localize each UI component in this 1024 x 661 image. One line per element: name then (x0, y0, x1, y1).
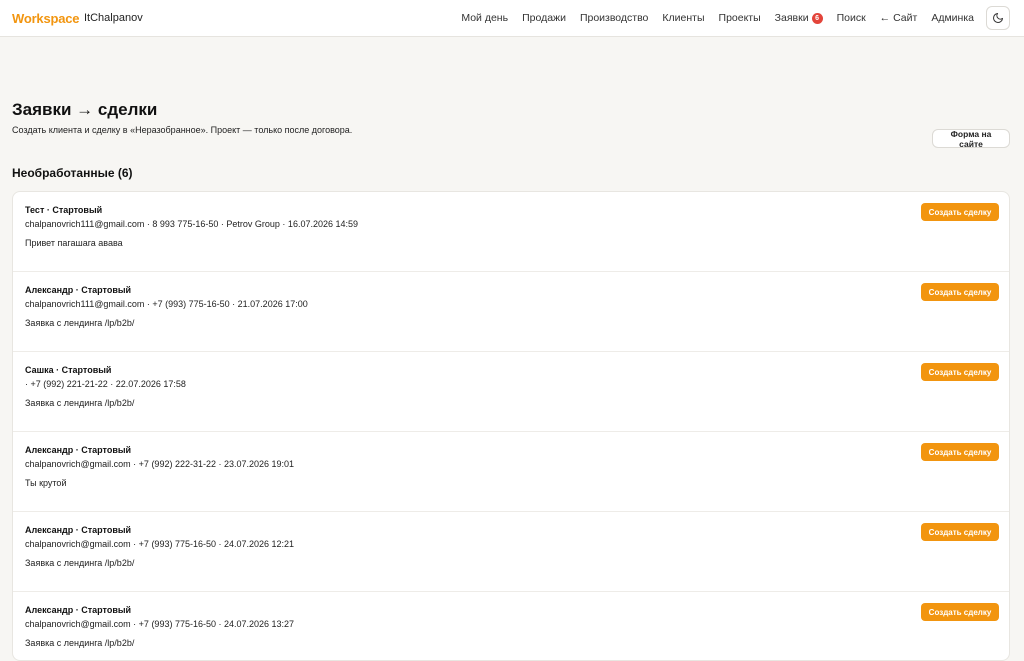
create-deal-button[interactable]: Создать сделку (921, 363, 999, 381)
nav-requests[interactable]: Заявки 6 (775, 12, 823, 24)
create-deal-button[interactable]: Создать сделку (921, 443, 999, 461)
nav-my-day[interactable]: Мой день (461, 12, 508, 24)
top-navbar: Workspace ItChalpanov Мой день Продажи П… (0, 0, 1024, 37)
moon-icon (993, 13, 1003, 23)
request-item: Александр · Стартовый chalpanovrich111@g… (13, 272, 1009, 352)
site-form-button[interactable]: Форма на сайте (932, 129, 1010, 149)
request-item: Александр · Стартовый chalpanovrich@gmai… (13, 432, 1009, 512)
nav-requests-label: Заявки (774, 12, 809, 24)
create-deal-button[interactable]: Создать сделку (921, 283, 999, 301)
request-item: Тест · Стартовый chalpanovrich111@gmail.… (13, 192, 1009, 272)
nav-admin[interactable]: Админка (931, 12, 974, 24)
request-title: Александр · Стартовый (25, 445, 132, 455)
nav-clients[interactable]: Клиенты (662, 12, 704, 24)
nav-search[interactable]: Поиск (837, 12, 866, 24)
request-title: Александр · Стартовый (25, 605, 132, 615)
requests-list: Тест · Стартовый chalpanovrich111@gmail.… (12, 191, 1010, 661)
request-meta: · +7 (992) 221-21-22 · 22.07.2026 17:58 (25, 379, 186, 389)
request-meta: chalpanovrich@gmail.com · +7 (993) 775-1… (25, 619, 295, 629)
brand-logo[interactable]: Workspace (12, 11, 80, 26)
request-message: Заявка с лендинга /lp/b2b/ (25, 318, 135, 328)
create-deal-button[interactable]: Создать сделку (921, 603, 999, 621)
request-message: Привет пагашага авава (25, 238, 123, 248)
request-meta: chalpanovrich@gmail.com · +7 (992) 222-3… (25, 459, 295, 469)
request-message: Ты крутой (25, 478, 67, 488)
create-deal-button[interactable]: Создать сделку (921, 203, 999, 221)
request-item: Сашка · Стартовый · +7 (992) 221-21-22 ·… (13, 352, 1009, 432)
request-item: Александр · Стартовый chalpanovrich@gmai… (13, 512, 1009, 592)
requests-count-badge: 6 (811, 12, 823, 24)
request-message: Заявка с лендинга /lp/b2b/ (25, 558, 135, 568)
request-item: Александр · Стартовый chalpanovrich@gmai… (13, 592, 1009, 660)
page-subtitle: Создать клиента и сделку в «Неразобранно… (12, 125, 353, 135)
request-title: Александр · Стартовый (25, 285, 132, 295)
current-user: ItChalpanov (84, 12, 143, 24)
section-title: Необработанные (6) (12, 166, 133, 180)
request-title: Сашка · Стартовый (25, 365, 112, 375)
nav-site[interactable]: ← Сайт (880, 12, 918, 24)
request-message: Заявка с лендинга /lp/b2b/ (25, 638, 135, 648)
request-title: Тест · Стартовый (25, 205, 103, 215)
request-meta: chalpanovrich111@gmail.com · 8 993 775-1… (25, 219, 358, 229)
page-title: Заявки → сделки (12, 100, 158, 119)
create-deal-button[interactable]: Создать сделку (921, 523, 999, 541)
request-title: Александр · Стартовый (25, 525, 132, 535)
nav-projects[interactable]: Проекты (719, 12, 761, 24)
nav-sales[interactable]: Продажи (522, 12, 566, 24)
main-nav: Мой день Продажи Производство Клиенты Пр… (461, 0, 974, 36)
request-meta: chalpanovrich111@gmail.com · +7 (993) 77… (25, 299, 308, 309)
request-meta: chalpanovrich@gmail.com · +7 (993) 775-1… (25, 539, 295, 549)
theme-toggle-button[interactable] (986, 6, 1010, 30)
request-message: Заявка с лендинга /lp/b2b/ (25, 398, 135, 408)
nav-production[interactable]: Производство (580, 12, 648, 24)
